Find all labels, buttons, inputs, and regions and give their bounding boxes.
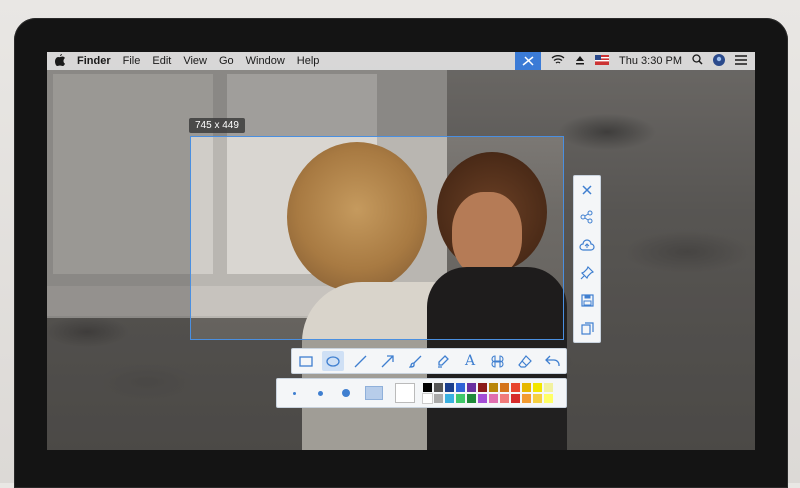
palette-color-swatch[interactable] (467, 394, 476, 403)
stroke-large-option[interactable] (333, 383, 359, 403)
palette-color-swatch[interactable] (500, 383, 509, 392)
undo-icon[interactable] (541, 351, 563, 371)
marker-icon[interactable] (432, 351, 454, 371)
palette-color-swatch[interactable] (533, 394, 542, 403)
palette-color-swatch[interactable] (478, 383, 487, 392)
copy-icon[interactable] (577, 318, 597, 338)
text-tool-label: A (464, 353, 476, 369)
palette-color-swatch[interactable] (533, 383, 542, 392)
palette-color-swatch[interactable] (511, 383, 520, 392)
palette-color-swatch[interactable] (544, 383, 553, 392)
palette-color-swatch[interactable] (544, 394, 553, 403)
palette-color-swatch[interactable] (445, 394, 454, 403)
palette-color-swatch[interactable] (434, 394, 443, 403)
upload-cloud-icon[interactable] (577, 235, 597, 255)
screenshot-app-icon[interactable] (515, 52, 542, 70)
close-icon[interactable] (577, 180, 597, 200)
wifi-icon[interactable] (551, 54, 565, 68)
color-palette (422, 383, 553, 404)
palette-color-swatch[interactable] (445, 383, 454, 392)
palette-color-swatch[interactable] (522, 383, 531, 392)
menu-edit[interactable]: Edit (152, 55, 171, 67)
drawing-options-bar (276, 378, 567, 408)
palette-color-swatch[interactable] (434, 383, 443, 392)
fill-toggle[interactable] (365, 386, 383, 400)
eject-icon[interactable] (575, 55, 585, 68)
ellipse-icon[interactable] (322, 351, 345, 371)
menubar-clock[interactable]: Thu 3:30 PM (619, 55, 682, 67)
flag-icon[interactable] (595, 54, 610, 68)
current-color-swatch[interactable] (395, 383, 415, 403)
menu-bar: Finder File Edit View Go Window Help Thu… (47, 52, 755, 70)
brush-icon[interactable] (404, 351, 426, 371)
palette-color-swatch[interactable] (511, 394, 520, 403)
arrow-icon[interactable] (377, 351, 399, 371)
notification-list-icon[interactable] (735, 54, 747, 68)
palette-color-swatch[interactable] (522, 394, 531, 403)
palette-color-swatch[interactable] (478, 394, 487, 403)
palette-color-swatch[interactable] (500, 394, 509, 403)
capture-selection[interactable] (190, 136, 564, 340)
rectangle-icon[interactable] (295, 351, 317, 371)
menu-view[interactable]: View (183, 55, 207, 67)
user-avatar-icon[interactable] (713, 53, 725, 69)
palette-color-swatch[interactable] (422, 393, 433, 404)
menu-window[interactable]: Window (246, 55, 285, 67)
menu-help[interactable]: Help (297, 55, 320, 67)
share-icon[interactable] (577, 207, 597, 227)
palette-color-swatch[interactable] (456, 394, 465, 403)
palette-color-swatch[interactable] (489, 394, 498, 403)
palette-color-swatch[interactable] (467, 383, 476, 392)
text-icon[interactable]: A (459, 351, 481, 371)
pin-icon[interactable] (577, 263, 597, 283)
stroke-medium-option[interactable] (307, 383, 333, 403)
palette-color-swatch[interactable] (423, 383, 432, 392)
palette-color-swatch[interactable] (489, 383, 498, 392)
apple-icon[interactable] (55, 53, 65, 69)
menu-file[interactable]: File (123, 55, 141, 67)
selection-size-label: 745 x 449 (189, 118, 245, 133)
save-icon[interactable] (577, 290, 597, 310)
side-toolbar (573, 175, 601, 343)
screen: Finder File Edit View Go Window Help Thu… (47, 52, 755, 450)
stroke-small-option[interactable] (281, 383, 307, 403)
palette-color-swatch[interactable] (456, 383, 465, 392)
line-icon[interactable] (349, 351, 371, 371)
drawing-toolbar: A (291, 348, 567, 374)
menu-go[interactable]: Go (219, 55, 234, 67)
menu-finder[interactable]: Finder (77, 55, 111, 67)
spotlight-search-icon[interactable] (692, 54, 703, 68)
eraser-icon[interactable] (514, 351, 536, 371)
mosaic-icon[interactable] (486, 351, 508, 371)
